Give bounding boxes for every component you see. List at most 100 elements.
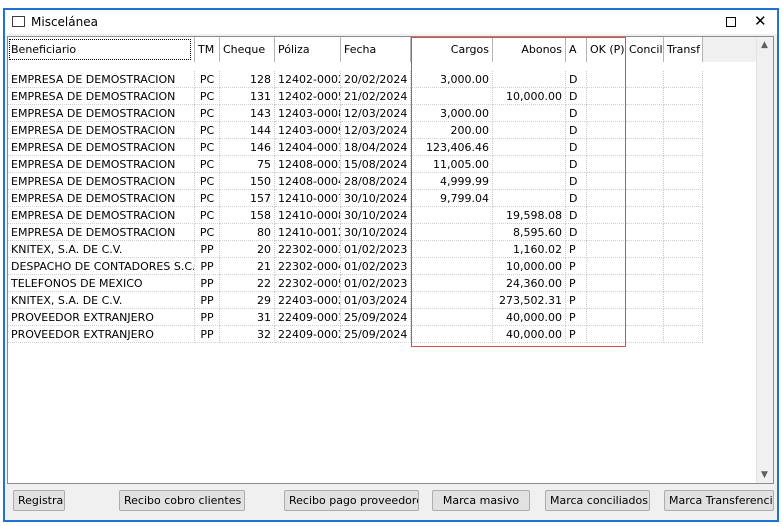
cell-beneficiario[interactable]: KNITEX, S.A. DE C.V. <box>8 241 195 258</box>
cell-ok[interactable] <box>587 71 626 88</box>
cell-beneficiario[interactable]: PROVEEDOR EXTRANJERO <box>8 309 195 326</box>
cell-a[interactable]: P <box>566 309 587 326</box>
column-header-concil[interactable]: Concil <box>626 37 664 62</box>
cell-fecha[interactable]: 20/02/2024 <box>341 71 411 88</box>
column-header-beneficiario[interactable]: Beneficiario <box>8 37 195 62</box>
cell-poliza[interactable]: 12402-0005 <box>275 88 341 105</box>
cell-tm[interactable]: PC <box>195 105 220 122</box>
cell-cargos[interactable] <box>411 275 493 292</box>
cell-beneficiario[interactable]: EMPRESA DE DEMOSTRACION <box>8 190 195 207</box>
cell-beneficiario[interactable]: DESPACHO DE CONTADORES S.C. <box>8 258 195 275</box>
cell-tm[interactable]: PP <box>195 275 220 292</box>
cell-poliza[interactable]: 12410-0008 <box>275 207 341 224</box>
cell-abonos[interactable]: 19,598.08 <box>493 207 566 224</box>
registrar-button[interactable]: Registrar <box>13 490 65 511</box>
cell-cheque[interactable]: 32 <box>220 326 275 343</box>
scroll-down-arrow-icon[interactable]: ▼ <box>761 470 768 480</box>
cell-cargos[interactable] <box>411 88 493 105</box>
cell-abonos[interactable] <box>493 122 566 139</box>
recibo-pago-proveedores-button[interactable]: Recibo pago proveedores <box>284 490 419 511</box>
vertical-scrollbar[interactable]: ▲ ▼ <box>756 37 773 483</box>
cell-poliza[interactable]: 12404-0001 <box>275 139 341 156</box>
cell-transf[interactable] <box>664 292 703 309</box>
cell-concil[interactable] <box>626 241 664 258</box>
cell-abonos[interactable] <box>493 139 566 156</box>
cell-concil[interactable] <box>626 173 664 190</box>
column-header-fecha[interactable]: Fecha <box>341 37 411 62</box>
cell-ok[interactable] <box>587 173 626 190</box>
cell-ok[interactable] <box>587 224 626 241</box>
cell-cargos[interactable]: 3,000.00 <box>411 71 493 88</box>
cell-beneficiario[interactable]: PROVEEDOR EXTRANJERO <box>8 326 195 343</box>
cell-abonos[interactable] <box>493 190 566 207</box>
cell-transf[interactable] <box>664 275 703 292</box>
cell-fecha[interactable]: 15/08/2024 <box>341 156 411 173</box>
cell-cargos[interactable]: 9,799.04 <box>411 190 493 207</box>
scroll-up-arrow-icon[interactable]: ▲ <box>761 40 768 50</box>
table-row[interactable]: EMPRESA DE DEMOSTRACION PC 158 12410-0008 30… <box>8 207 758 224</box>
cell-ok[interactable] <box>587 207 626 224</box>
cell-poliza[interactable]: 12403-0008 <box>275 105 341 122</box>
cell-tm[interactable]: PP <box>195 292 220 309</box>
cell-beneficiario[interactable]: EMPRESA DE DEMOSTRACION <box>8 88 195 105</box>
table-row[interactable]: EMPRESA DE DEMOSTRACION PC 146 12404-0001 18… <box>8 139 758 156</box>
cell-beneficiario[interactable]: EMPRESA DE DEMOSTRACION <box>8 173 195 190</box>
maximize-button[interactable] <box>726 17 736 27</box>
cell-beneficiario[interactable]: EMPRESA DE DEMOSTRACION <box>8 224 195 241</box>
cell-concil[interactable] <box>626 309 664 326</box>
cell-beneficiario[interactable]: EMPRESA DE DEMOSTRACION <box>8 71 195 88</box>
cell-cheque[interactable]: 158 <box>220 207 275 224</box>
table-row[interactable]: EMPRESA DE DEMOSTRACION PC 150 12408-0004 28… <box>8 173 758 190</box>
cell-abonos[interactable]: 8,595.60 <box>493 224 566 241</box>
cell-tm[interactable]: PC <box>195 71 220 88</box>
cell-tm[interactable]: PC <box>195 156 220 173</box>
cell-abonos[interactable] <box>493 173 566 190</box>
cell-cheque[interactable]: 80 <box>220 224 275 241</box>
cell-a[interactable]: D <box>566 88 587 105</box>
cell-transf[interactable] <box>664 241 703 258</box>
cell-tm[interactable]: PC <box>195 224 220 241</box>
cell-a[interactable]: D <box>566 190 587 207</box>
cell-concil[interactable] <box>626 88 664 105</box>
cell-poliza[interactable]: 12410-0012 <box>275 224 341 241</box>
cell-cargos[interactable] <box>411 224 493 241</box>
cell-tm[interactable]: PP <box>195 241 220 258</box>
cell-abonos[interactable] <box>493 105 566 122</box>
cell-cheque[interactable]: 150 <box>220 173 275 190</box>
cell-abonos[interactable] <box>493 71 566 88</box>
column-header-a[interactable]: A <box>566 37 587 62</box>
cell-abonos[interactable]: 24,360.00 <box>493 275 566 292</box>
table-row[interactable]: EMPRESA DE DEMOSTRACION PC 144 12403-0009 12… <box>8 122 758 139</box>
cell-tm[interactable]: PC <box>195 173 220 190</box>
cell-a[interactable]: D <box>566 71 587 88</box>
cell-poliza[interactable]: 12408-0003 <box>275 156 341 173</box>
cell-cargos[interactable] <box>411 309 493 326</box>
cell-ok[interactable] <box>587 326 626 343</box>
cell-beneficiario[interactable]: EMPRESA DE DEMOSTRACION <box>8 105 195 122</box>
cell-cargos[interactable]: 123,406.46 <box>411 139 493 156</box>
cell-cargos[interactable] <box>411 258 493 275</box>
column-header-ok[interactable]: OK (P) <box>587 37 626 62</box>
cell-tm[interactable]: PC <box>195 139 220 156</box>
cell-transf[interactable] <box>664 71 703 88</box>
cell-ok[interactable] <box>587 258 626 275</box>
cell-fecha[interactable]: 18/04/2024 <box>341 139 411 156</box>
cell-transf[interactable] <box>664 309 703 326</box>
cell-ok[interactable] <box>587 309 626 326</box>
cell-a[interactable]: P <box>566 241 587 258</box>
cell-fecha[interactable]: 28/08/2024 <box>341 173 411 190</box>
cell-poliza[interactable]: 12402-0002 <box>275 71 341 88</box>
cell-cheque[interactable]: 143 <box>220 105 275 122</box>
cell-fecha[interactable]: 25/09/2024 <box>341 326 411 343</box>
cell-abonos[interactable]: 10,000.00 <box>493 88 566 105</box>
cell-a[interactable]: P <box>566 275 587 292</box>
cell-abonos[interactable]: 40,000.00 <box>493 309 566 326</box>
cell-ok[interactable] <box>587 139 626 156</box>
table-row[interactable]: PROVEEDOR EXTRANJERO PP 32 22409-0002 25/09/… <box>8 326 758 343</box>
cell-beneficiario[interactable]: EMPRESA DE DEMOSTRACION <box>8 122 195 139</box>
cell-a[interactable]: D <box>566 122 587 139</box>
cell-a[interactable]: P <box>566 326 587 343</box>
table-row[interactable]: EMPRESA DE DEMOSTRACION PC 128 12402-0002 20… <box>8 71 758 88</box>
cell-transf[interactable] <box>664 258 703 275</box>
cell-fecha[interactable]: 30/10/2024 <box>341 190 411 207</box>
